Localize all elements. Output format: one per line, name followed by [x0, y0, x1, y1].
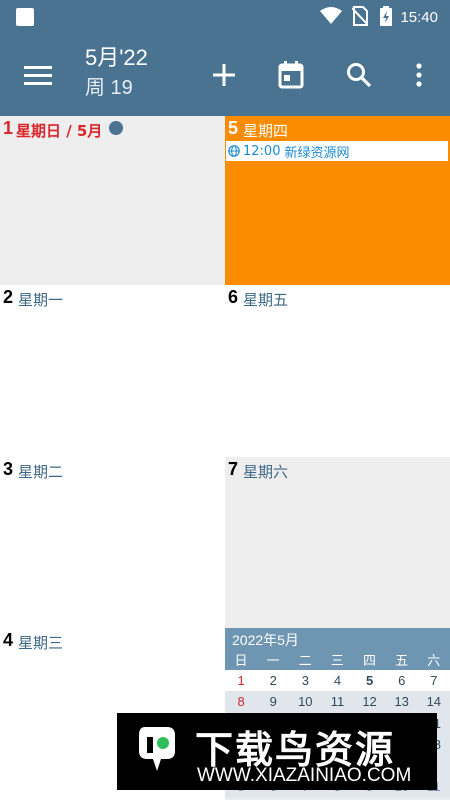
day-number: 2: [3, 287, 14, 307]
status-bar: 15:40: [0, 0, 450, 35]
notification-icon: [16, 8, 34, 26]
mini-calendar-day[interactable]: 2: [257, 670, 289, 691]
day-cell-sunday[interactable]: 1 星期日 / 5月: [0, 116, 225, 285]
page-subtitle: 周 19: [85, 77, 133, 99]
mini-calendar-day[interactable]: 7: [418, 670, 450, 691]
more-vert-icon: [416, 63, 422, 87]
day-cell-monday[interactable]: 2 星期一: [0, 285, 225, 457]
more-options-button[interactable]: [401, 57, 437, 93]
day-name: 星期五: [243, 291, 289, 309]
mini-calendar-day[interactable]: 5: [354, 670, 386, 691]
mini-calendar-day[interactable]: 6: [386, 670, 418, 691]
watermark-url: WWW.XIAZAINIAO.COM: [197, 765, 412, 786]
bird-logo-icon: [139, 727, 175, 771]
app-bar: 5月'22 周 19: [0, 35, 450, 116]
search-button[interactable]: [341, 57, 377, 93]
day-name: 星期三: [18, 634, 64, 652]
mini-calendar-weekdays: 日 一 二 三 四 五 六: [225, 650, 450, 669]
menu-icon: [24, 66, 52, 85]
mini-calendar-day[interactable]: 4: [321, 670, 353, 691]
mini-calendar-day[interactable]: 3: [289, 670, 321, 691]
globe-icon: [228, 145, 240, 157]
day-cell-tuesday[interactable]: 3 星期二: [0, 457, 225, 628]
weekday-label: 日: [234, 654, 248, 669]
day-name: 星期一: [18, 291, 64, 309]
mini-calendar-day[interactable]: 9: [257, 691, 290, 713]
day-name: 星期二: [18, 463, 64, 481]
mini-calendar-day[interactable]: 1: [225, 670, 257, 691]
day-number: 4: [3, 630, 14, 650]
menu-button[interactable]: [22, 59, 54, 91]
watermark-banner: 下载鸟资源 WWW.XIAZAINIAO.COM: [117, 713, 437, 790]
weekday-label: 二: [298, 654, 312, 669]
mini-calendar-day[interactable]: 14: [417, 691, 450, 713]
day-cell-saturday[interactable]: 7 星期六: [225, 457, 450, 628]
event-item[interactable]: 12:00 新绿资源网: [226, 141, 448, 161]
mini-calendar-day[interactable]: 11: [321, 691, 354, 713]
mini-calendar-day[interactable]: 13: [385, 691, 418, 713]
title-block[interactable]: 5月'22 周 19: [85, 43, 148, 103]
mini-calendar-header: 2022年5月 日 一 二 三 四 五 六: [225, 628, 450, 670]
today-dot-icon: [109, 121, 123, 135]
page-title: 5月'22: [85, 45, 148, 70]
wifi-icon: [320, 6, 343, 29]
event-title: 新绿资源网: [284, 145, 350, 161]
day-number: 7: [228, 459, 239, 479]
weekday-label: 一: [266, 654, 280, 669]
mini-calendar-day[interactable]: 10: [289, 691, 322, 713]
day-number: 1: [3, 118, 14, 138]
mini-calendar-day[interactable]: 8: [225, 691, 258, 713]
day-name: 星期六: [243, 463, 289, 481]
weekday-label: 四: [363, 654, 377, 669]
add-icon: [213, 64, 235, 86]
mini-calendar-title: 2022年5月: [232, 632, 299, 648]
mini-calendar-day[interactable]: 12: [353, 691, 386, 713]
clock: 15:40: [400, 9, 438, 26]
calendar-today-icon: [278, 61, 304, 89]
weekday-label: 五: [395, 654, 409, 669]
day-name: 星期日 / 5月: [16, 122, 103, 140]
event-time: 12:00: [243, 143, 281, 159]
day-number: 3: [3, 459, 14, 479]
no-sim-icon: [351, 5, 370, 30]
search-icon: [347, 63, 372, 88]
day-number: 5: [228, 118, 239, 138]
go-to-today-button[interactable]: [273, 57, 309, 93]
day-number: 6: [228, 287, 239, 307]
weekday-label: 六: [427, 654, 441, 669]
weekday-label: 三: [330, 654, 344, 669]
status-icons: 15:40: [320, 0, 450, 35]
day-name: 星期四: [243, 122, 289, 140]
day-cell-friday[interactable]: 6 星期五: [225, 285, 450, 457]
battery-charging-icon: [380, 5, 393, 30]
add-event-button[interactable]: [206, 57, 242, 93]
